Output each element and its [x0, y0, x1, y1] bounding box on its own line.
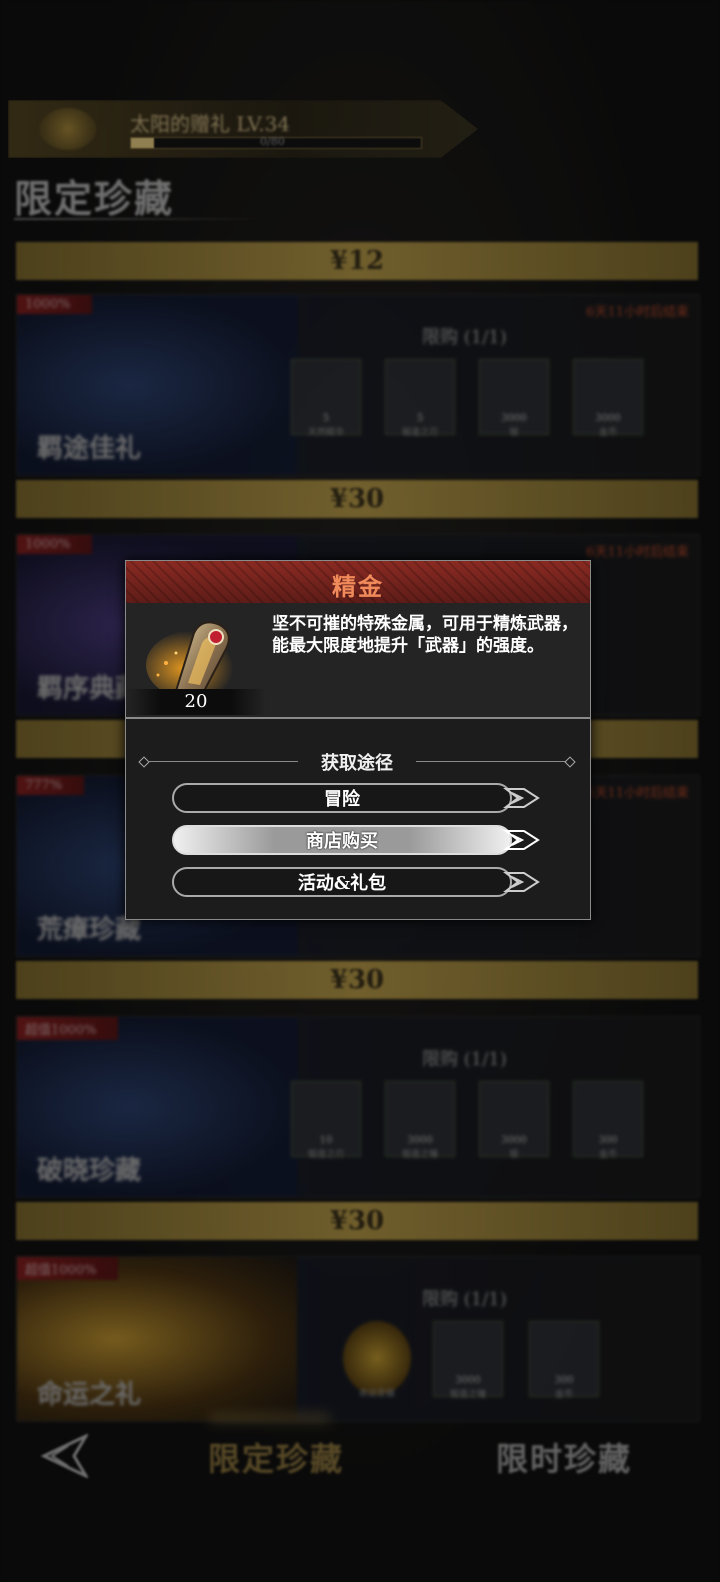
source-events-packs-button[interactable]: 活动&礼包	[172, 867, 512, 897]
item-count: 20	[126, 689, 266, 715]
popup-title: 精金	[332, 572, 384, 601]
popup-divider	[126, 717, 590, 719]
item-info-popup: 精金 20 坚不可摧的特殊金属，可用于精炼武器，能最大限度地提升「武器」的强度。…	[125, 560, 591, 920]
item-description: 坚不可摧的特殊金属，可用于精炼武器，能最大限度地提升「武器」的强度。	[272, 614, 578, 656]
go-arrow-icon[interactable]	[502, 825, 542, 855]
go-arrow-icon[interactable]	[502, 867, 542, 897]
heading-line-right	[416, 761, 566, 762]
go-arrow-icon[interactable]	[502, 783, 542, 813]
source-adventure-button[interactable]: 冒险	[172, 783, 512, 813]
source-heading: 获取途径	[321, 753, 393, 774]
source-shop-button[interactable]: 商店购买	[172, 825, 512, 855]
source-heading-row: 获取途径	[138, 749, 576, 775]
